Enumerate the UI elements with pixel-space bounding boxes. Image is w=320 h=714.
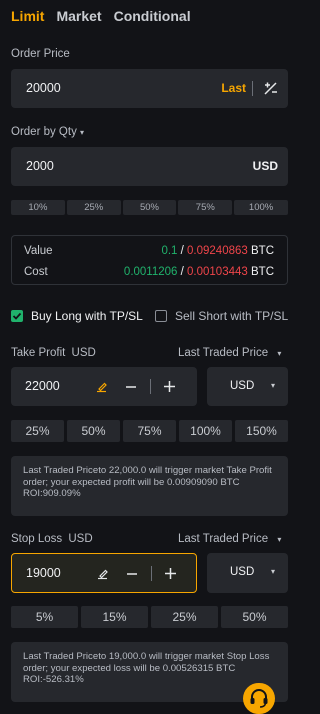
sl-percent-5[interactable]: 5% (11, 606, 78, 628)
sl-currency-select[interactable]: USD ▾ (207, 553, 288, 593)
sl-percent-row: 5% 15% 25% 50% (11, 606, 288, 628)
order-price-label: Order Price (11, 48, 70, 60)
stop-loss-label-text: Stop Loss (11, 533, 63, 545)
cost-sep: / (177, 266, 188, 278)
divider (150, 379, 151, 394)
caret-down-icon: ▾ (277, 535, 282, 544)
take-profit-label-text: Take Profit (11, 347, 66, 359)
take-profit-label: Take Profit USD (11, 347, 96, 359)
sl-trigger-select[interactable]: Last Traded Price ▾ (178, 533, 281, 545)
tp-percent-25[interactable]: 25% (11, 420, 64, 442)
sell-short-label[interactable]: Sell Short with TP/SL (175, 309, 288, 323)
cost-label: Cost (24, 266, 48, 278)
tp-percent-row: 25% 50% 75% 100% 150% (11, 420, 288, 442)
order-qty-input[interactable]: 2000 USD (11, 147, 288, 186)
stop-loss-value: 19000 (26, 566, 61, 580)
cost-b: 0.00103443 (187, 266, 248, 278)
sl-trigger-value: Last Traded Price (178, 533, 269, 545)
tp-currency-value: USD (230, 380, 255, 392)
order-type-tabs: Limit Market Conditional (11, 8, 203, 24)
qty-percent-10[interactable]: 10% (11, 200, 65, 215)
value-unit: BTC (251, 245, 274, 257)
sl-currency-value: USD (230, 566, 255, 578)
cost-unit: BTC (251, 266, 274, 278)
tp-percent-150[interactable]: 150% (235, 420, 288, 442)
caret-down-icon: ▾ (80, 128, 85, 137)
qty-percent-100[interactable]: 100% (234, 200, 288, 215)
stop-loss-input[interactable]: 19000 (11, 553, 197, 593)
take-profit-unit-label: USD (71, 347, 96, 359)
value-sep: / (177, 245, 188, 257)
support-button[interactable] (243, 683, 275, 714)
divider (252, 81, 253, 96)
tab-limit[interactable]: Limit (11, 8, 44, 24)
value-label: Value (24, 245, 53, 257)
sl-percent-50[interactable]: 50% (221, 606, 288, 628)
tp-info-box: Last Traded Priceto 22,000.0 will trigge… (11, 456, 288, 516)
buy-long-label[interactable]: Buy Long with TP/SL (31, 309, 143, 323)
sell-short-checkbox[interactable] (155, 310, 167, 322)
value-a: 0.1 (161, 245, 178, 257)
caret-down-icon: ▾ (271, 567, 276, 576)
cost-amounts: 0.0011206 / 0.00103443 BTC (124, 266, 274, 278)
plus-icon[interactable] (163, 380, 176, 393)
cost-a: 0.0011206 (123, 266, 178, 278)
sl-percent-15[interactable]: 15% (81, 606, 148, 628)
qty-percent-75[interactable]: 75% (178, 200, 233, 215)
order-qty-label[interactable]: Order by Qty ▾ (11, 126, 84, 138)
caret-down-icon: ▾ (271, 381, 276, 390)
plus-icon[interactable] (164, 567, 177, 580)
tp-trigger-select[interactable]: Last Traded Price ▾ (178, 347, 281, 359)
sl-percent-25[interactable]: 25% (151, 606, 218, 628)
order-summary: Value 0.1 / 0.09240863 BTC Cost 0.001120… (11, 235, 288, 285)
stop-loss-unit-label: USD (68, 533, 93, 545)
tp-percent-100[interactable]: 100% (179, 420, 232, 442)
order-qty-value: 2000 (26, 159, 54, 173)
caret-down-icon: ▾ (277, 349, 282, 358)
tp-percent-50[interactable]: 50% (67, 420, 120, 442)
order-price-input[interactable]: 20000 Last (11, 69, 288, 108)
check-icon (12, 312, 22, 320)
clear-icon[interactable] (95, 380, 108, 393)
minus-icon[interactable] (125, 381, 137, 393)
qty-percent-25[interactable]: 25% (66, 200, 121, 215)
divider (151, 566, 152, 581)
value-amounts: 0.1 / 0.09240863 BTC (161, 245, 274, 257)
buy-long-checkbox[interactable] (11, 310, 23, 322)
take-profit-input[interactable]: 22000 (11, 367, 197, 406)
order-price-value: 20000 (26, 81, 61, 95)
stop-loss-label: Stop Loss USD (11, 533, 93, 545)
order-qty-label-text: Order by Qty (11, 126, 77, 138)
tp-percent-75[interactable]: 75% (123, 420, 176, 442)
value-b: 0.09240863 (187, 245, 248, 257)
qty-percent-50[interactable]: 50% (122, 200, 177, 215)
adjust-icon[interactable] (263, 81, 278, 96)
tab-conditional[interactable]: Conditional (114, 8, 191, 24)
support-headset-icon (250, 689, 268, 708)
clear-icon[interactable] (96, 567, 109, 580)
tp-trigger-value: Last Traded Price (178, 347, 269, 359)
tab-market[interactable]: Market (56, 8, 101, 24)
qty-percent-row: 10% 25% 50% 75% 100% (11, 200, 288, 215)
qty-unit: USD (252, 159, 278, 173)
minus-icon[interactable] (126, 568, 138, 580)
tp-currency-select[interactable]: USD ▾ (207, 367, 288, 406)
take-profit-value: 22000 (25, 379, 60, 393)
last-price-button[interactable]: Last (221, 81, 246, 95)
